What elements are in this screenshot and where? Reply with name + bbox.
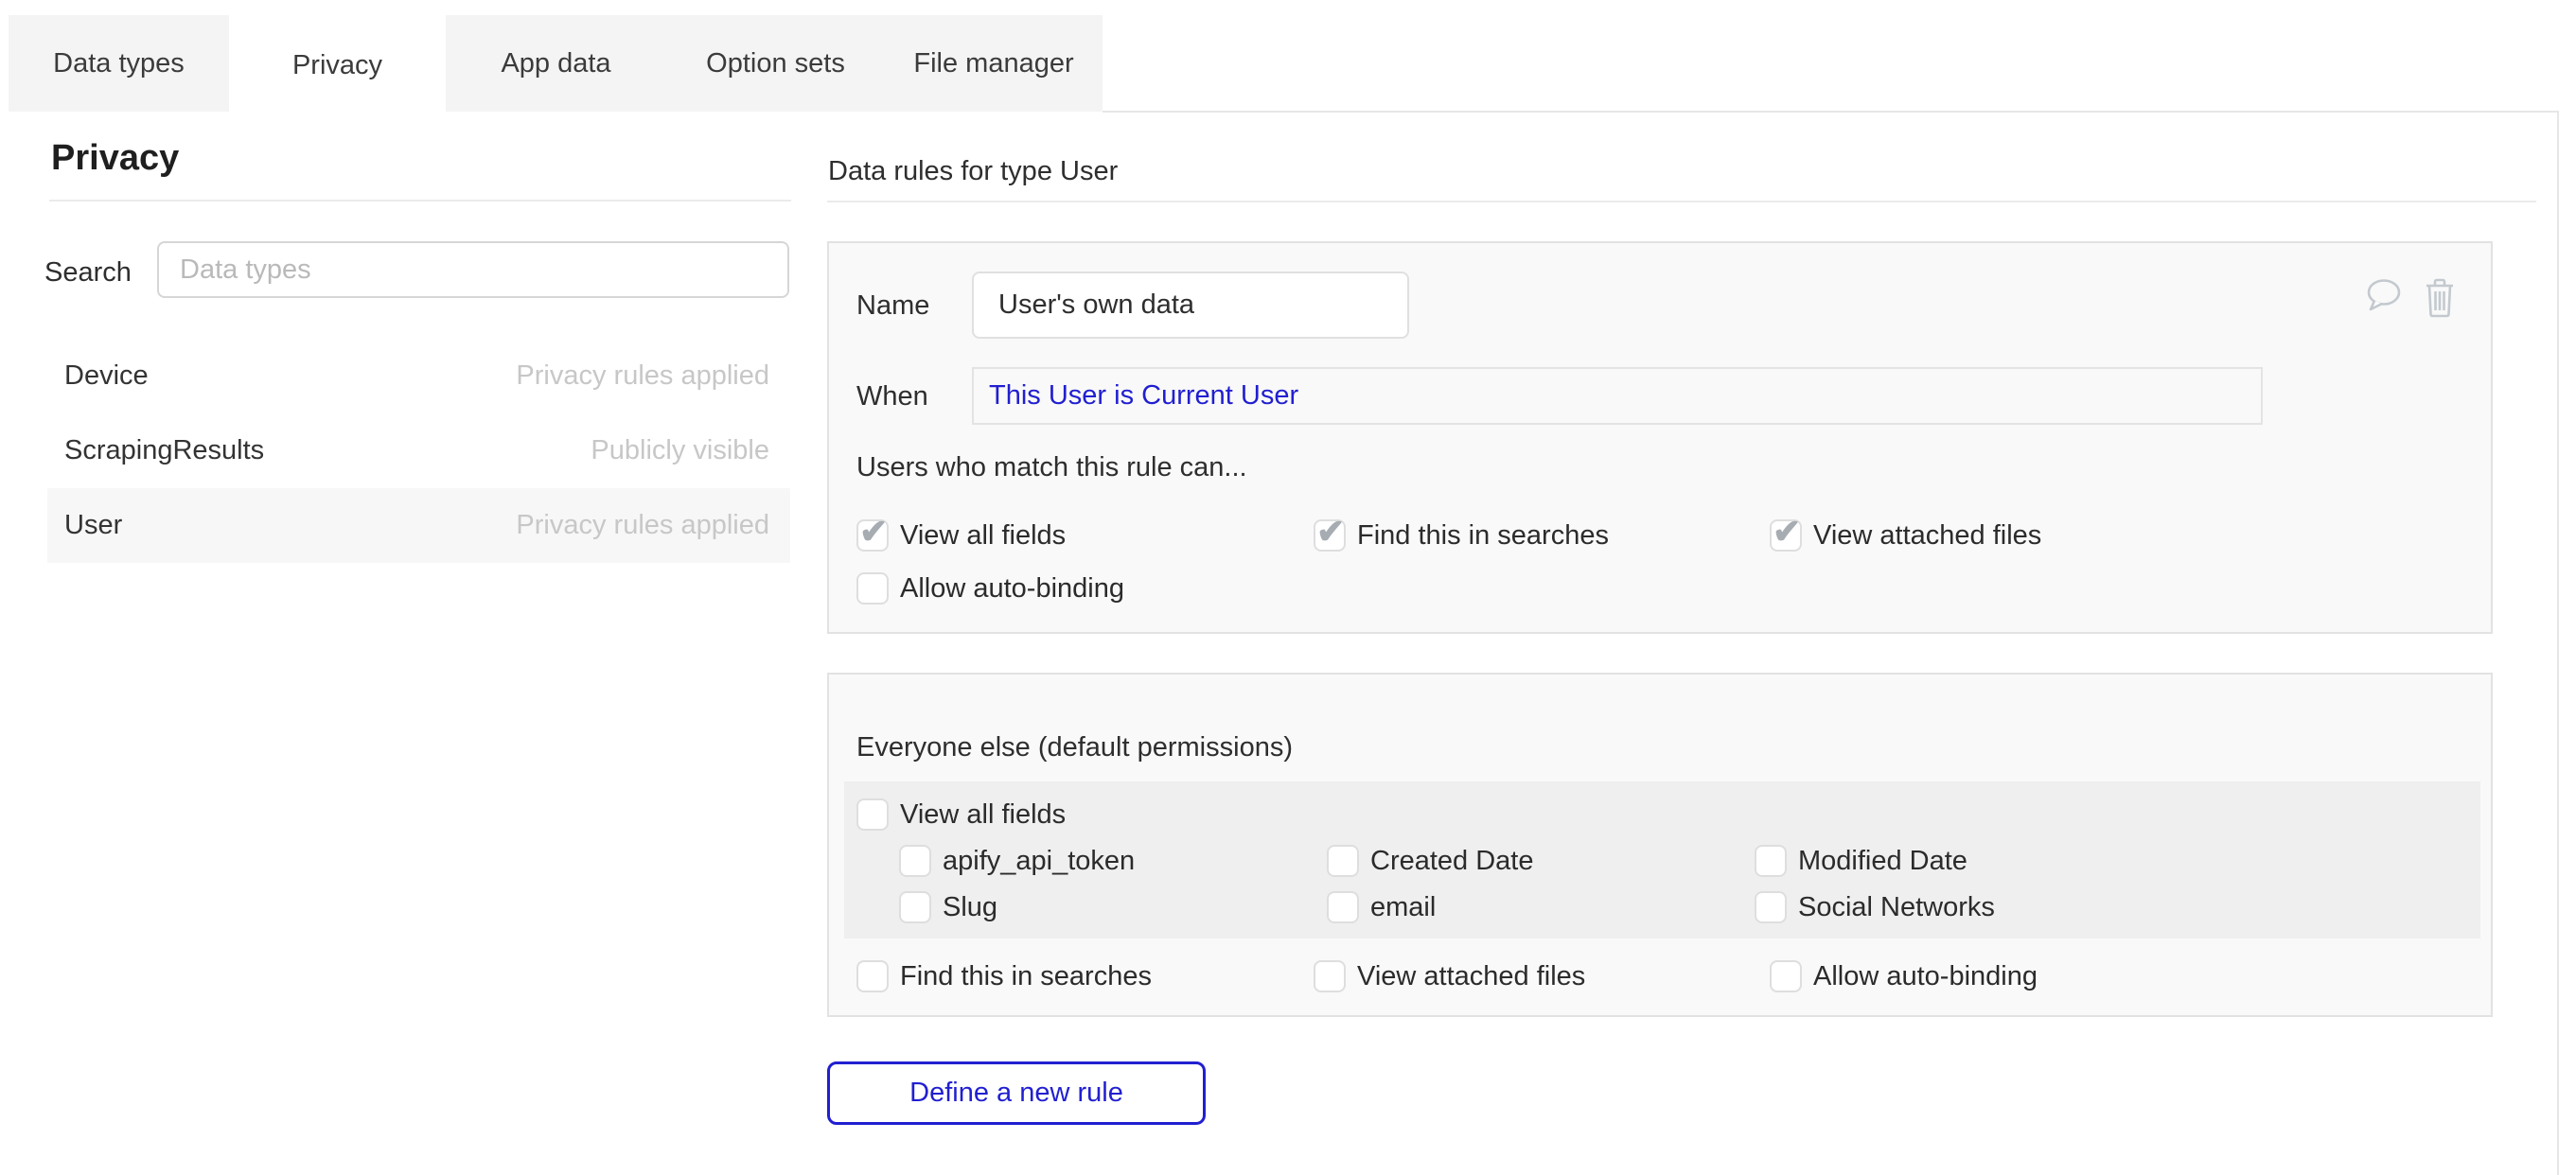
checkbox-label: Social Networks — [1798, 891, 1995, 923]
checkbox[interactable] — [1755, 891, 1787, 923]
checkbox-label: Created Date — [1370, 845, 1534, 877]
privacy-status: Publicly visible — [591, 435, 769, 466]
when-label: When — [856, 381, 928, 412]
privacy-settings-page: Data types Privacy App data Option sets … — [0, 0, 2576, 1175]
field-social-networks[interactable]: Social Networks — [1755, 891, 1995, 923]
checkbox-label: View all fields — [900, 798, 1066, 831]
default-view-attached-files[interactable]: View attached files — [1314, 960, 1585, 992]
default-find-in-searches[interactable]: Find this in searches — [856, 960, 1152, 992]
data-type-list: Device Privacy rules applied ScrapingRes… — [47, 339, 790, 563]
checkbox[interactable] — [899, 891, 931, 923]
checkbox[interactable] — [1755, 845, 1787, 877]
perm-view-attached-files[interactable]: View attached files — [1770, 519, 2041, 552]
checkbox-label: View attached files — [1813, 519, 2041, 552]
data-type-name: ScrapingResults — [64, 435, 264, 466]
divider — [827, 201, 2536, 202]
default-allow-auto-binding[interactable]: Allow auto-binding — [1770, 960, 2038, 992]
list-item-device[interactable]: Device Privacy rules applied — [47, 339, 790, 413]
checkbox-label: Modified Date — [1798, 845, 1967, 877]
rule-name-input[interactable] — [972, 272, 1409, 339]
data-type-name: Device — [64, 360, 149, 392]
privacy-status: Privacy rules applied — [516, 360, 769, 392]
checkbox-label: Find this in searches — [900, 960, 1152, 992]
checkbox-label: Slug — [943, 891, 997, 923]
checkbox-label: View all fields — [900, 519, 1066, 552]
tab-file-manager[interactable]: File manager — [885, 15, 1103, 112]
comment-icon[interactable] — [2366, 278, 2404, 321]
divider — [49, 200, 791, 202]
checkbox-label: View attached files — [1357, 960, 1585, 992]
content-top-border — [1103, 111, 2559, 113]
page-title: Privacy — [51, 138, 179, 179]
field-modified-date[interactable]: Modified Date — [1755, 845, 1967, 877]
tab-bar: Data types Privacy App data Option sets … — [9, 15, 1103, 112]
checkbox-label: Allow auto-binding — [1813, 960, 2038, 992]
checkbox[interactable] — [856, 798, 889, 831]
checkbox[interactable] — [856, 960, 889, 992]
list-item-scrapingresults[interactable]: ScrapingResults Publicly visible — [47, 413, 790, 488]
data-rules-title: Data rules for type User — [828, 156, 1118, 187]
when-condition-box[interactable]: This User is Current User — [972, 367, 2263, 425]
list-item-user[interactable]: User Privacy rules applied — [47, 488, 790, 563]
trash-icon[interactable] — [2425, 278, 2455, 323]
privacy-status: Privacy rules applied — [516, 510, 769, 541]
when-condition-text: This User is Current User — [989, 380, 1298, 412]
checkbox[interactable] — [899, 845, 931, 877]
checkbox[interactable] — [856, 572, 889, 605]
tab-app-data[interactable]: App data — [446, 15, 666, 112]
default-view-all-fields[interactable]: View all fields — [856, 798, 1066, 831]
checkbox-label: Find this in searches — [1357, 519, 1609, 552]
checkbox[interactable] — [856, 519, 889, 552]
checkbox[interactable] — [1314, 960, 1346, 992]
perm-allow-auto-binding[interactable]: Allow auto-binding — [856, 572, 1124, 605]
default-permissions-title: Everyone else (default permissions) — [856, 732, 1293, 763]
checkbox[interactable] — [1327, 891, 1359, 923]
checkbox[interactable] — [1314, 519, 1346, 552]
rule-card-actions — [2366, 278, 2455, 323]
tab-option-sets[interactable]: Option sets — [666, 15, 885, 112]
define-new-rule-button[interactable]: Define a new rule — [827, 1061, 1206, 1125]
field-email[interactable]: email — [1327, 891, 1436, 923]
checkbox-label: Allow auto-binding — [900, 572, 1124, 605]
checkbox[interactable] — [1770, 519, 1802, 552]
field-slug[interactable]: Slug — [899, 891, 997, 923]
perm-find-in-searches[interactable]: Find this in searches — [1314, 519, 1609, 552]
search-input[interactable] — [157, 241, 789, 298]
tab-privacy[interactable]: Privacy — [229, 15, 446, 115]
tab-data-types[interactable]: Data types — [9, 15, 229, 112]
perm-view-all-fields[interactable]: View all fields — [856, 519, 1066, 552]
checkbox[interactable] — [1327, 845, 1359, 877]
field-created-date[interactable]: Created Date — [1327, 845, 1534, 877]
checkbox-label: apify_api_token — [943, 845, 1135, 877]
content-right-border — [2557, 111, 2559, 1175]
checkbox[interactable] — [1770, 960, 1802, 992]
checkbox-label: email — [1370, 891, 1436, 923]
name-label: Name — [856, 290, 929, 322]
search-label: Search — [44, 256, 132, 289]
match-rule-text: Users who match this rule can... — [856, 452, 1247, 483]
data-type-name: User — [64, 510, 122, 541]
field-apify-api-token[interactable]: apify_api_token — [899, 845, 1135, 877]
